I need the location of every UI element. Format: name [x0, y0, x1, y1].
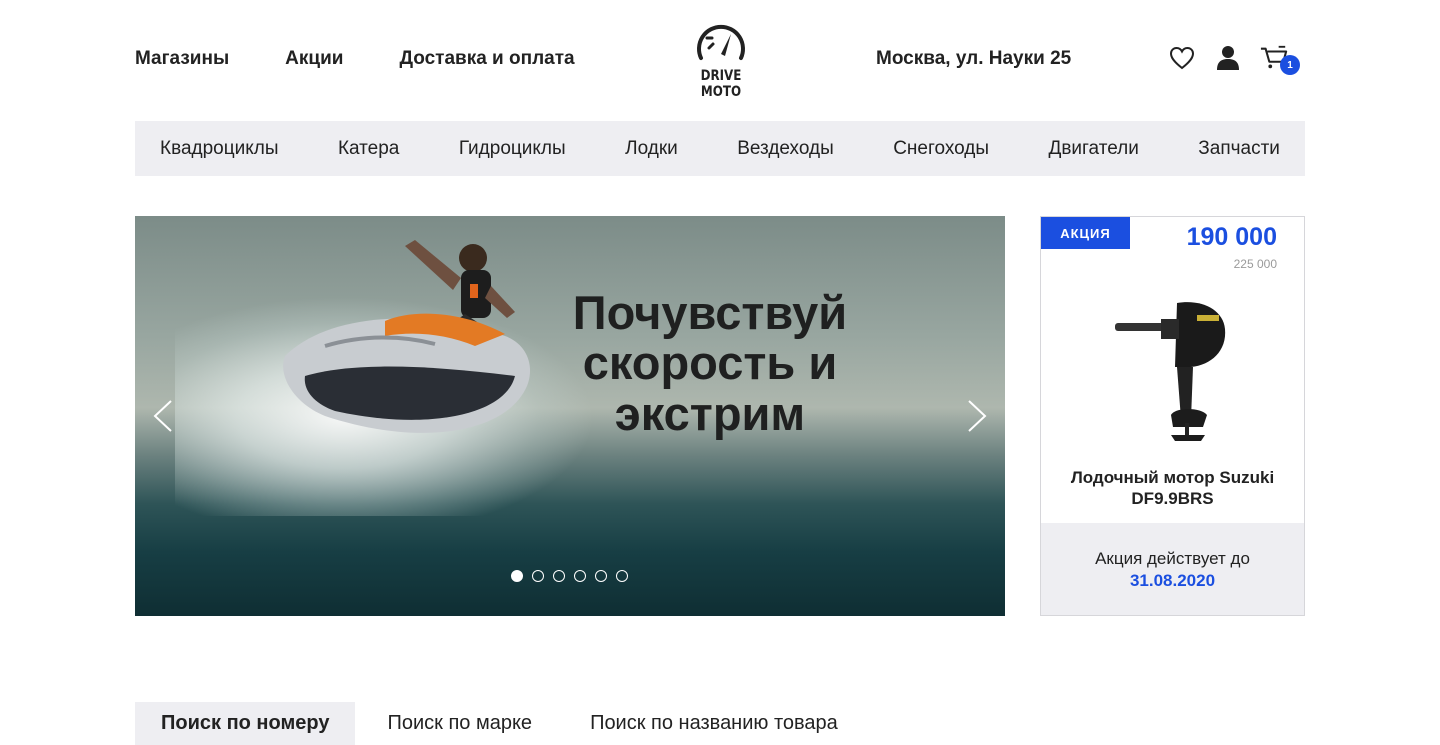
- slider-dot[interactable]: [574, 570, 586, 582]
- slider-dots: [511, 570, 628, 582]
- promo-old-price: 225 000: [1233, 257, 1277, 271]
- slider-dot[interactable]: [532, 570, 544, 582]
- slider-dot[interactable]: [553, 570, 565, 582]
- category-snowmobiles[interactable]: Снегоходы: [893, 138, 989, 160]
- promo-validity-label: Акция действует до: [1095, 549, 1250, 568]
- logo[interactable]: DRIVE MOTO: [680, 18, 762, 100]
- category-parts[interactable]: Запчасти: [1198, 138, 1280, 160]
- header-icons: 1: [1168, 44, 1300, 75]
- category-atv[interactable]: Квадроциклы: [160, 138, 279, 160]
- account-button[interactable]: [1214, 44, 1242, 72]
- user-icon: [1217, 46, 1239, 70]
- promo-badge: АКЦИЯ: [1041, 217, 1130, 249]
- category-boats-motor[interactable]: Катера: [338, 138, 399, 160]
- heart-icon: [1169, 46, 1195, 70]
- category-bar: Квадроциклы Катера Гидроциклы Лодки Везд…: [135, 121, 1305, 176]
- hero-title-line: экстрим: [614, 386, 806, 440]
- chevron-left-icon[interactable]: [151, 399, 175, 433]
- category-engines[interactable]: Двигатели: [1048, 138, 1138, 160]
- promo-validity-date: 31.08.2020: [1129, 571, 1216, 590]
- cart-button[interactable]: 1: [1260, 44, 1300, 75]
- nav-stores-link[interactable]: Магазины: [135, 48, 229, 70]
- top-nav: Магазины Акции Доставка и оплата: [135, 48, 575, 70]
- slider-dot[interactable]: [616, 570, 628, 582]
- category-jetskis[interactable]: Гидроциклы: [459, 138, 566, 160]
- cart-count-badge: 1: [1280, 55, 1300, 75]
- hero-title-line: Почувствуй: [572, 286, 848, 339]
- slider-dot[interactable]: [511, 570, 523, 582]
- promo-product-name[interactable]: Лодочный мотор Suzuki DF9.9BRS: [1041, 467, 1304, 510]
- promo-card[interactable]: АКЦИЯ 190 000 225 000 Лодочный мотор Suz…: [1040, 216, 1305, 616]
- tab-search-by-brand[interactable]: Поиск по марке: [355, 702, 558, 745]
- speedometer-icon: [697, 24, 745, 60]
- tab-search-by-number[interactable]: Поиск по номеру: [135, 702, 356, 745]
- store-address[interactable]: Москва, ул. Науки 25: [876, 48, 1071, 70]
- jetski-rider-image: [283, 240, 531, 433]
- promo-product-name-line: Лодочный мотор Suzuki: [1070, 468, 1275, 487]
- promo-product-name-line: DF9.9BRS: [1131, 489, 1214, 509]
- tab-search-by-name[interactable]: Поиск по названию товара: [558, 702, 864, 745]
- nav-delivery-link[interactable]: Доставка и оплата: [399, 48, 574, 70]
- hero-title-line: скорость и: [582, 336, 838, 390]
- category-all-terrain[interactable]: Вездеходы: [737, 138, 834, 160]
- category-boats[interactable]: Лодки: [625, 138, 678, 160]
- hero-title: Почувствуй скорость и экстрим: [560, 286, 860, 440]
- outboard-motor-image: [1115, 302, 1226, 441]
- logo-text: DRIVE MOTO: [700, 68, 742, 100]
- hero-slider[interactable]: Почувствуй скорость и экстрим: [135, 216, 1005, 616]
- search-tabs: Поиск по номеру Поиск по марке Поиск по …: [135, 702, 864, 745]
- promo-validity: Акция действует до 31.08.2020: [1041, 523, 1304, 615]
- chevron-right-icon[interactable]: [965, 399, 989, 433]
- nav-promotions-link[interactable]: Акции: [285, 48, 343, 70]
- favorites-button[interactable]: [1168, 44, 1196, 72]
- promo-price: 190 000: [1186, 223, 1277, 251]
- slider-dot[interactable]: [595, 570, 607, 582]
